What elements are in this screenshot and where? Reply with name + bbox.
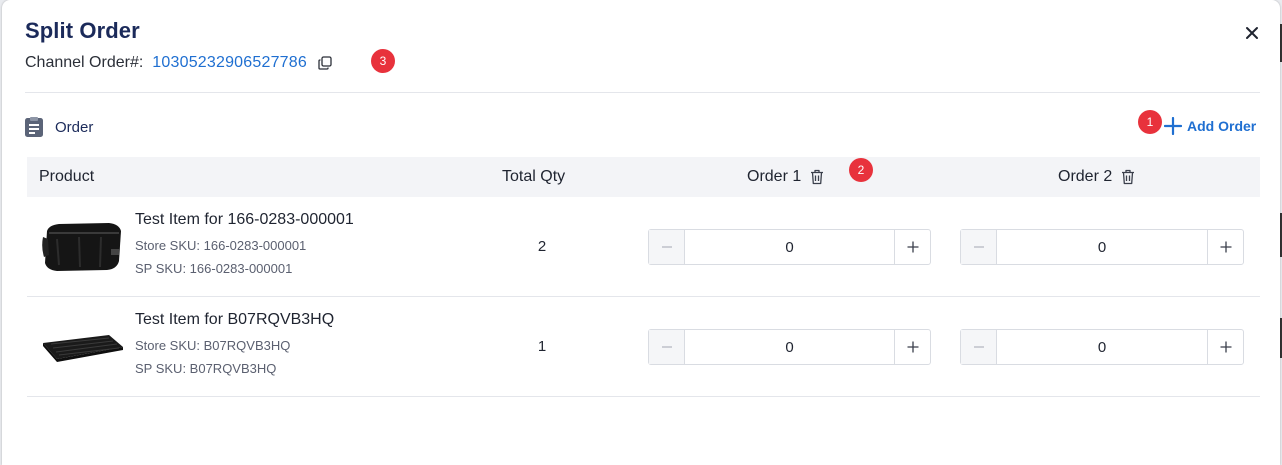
increment-button[interactable] [894, 330, 930, 364]
header-total-qty-label: Total Qty [502, 168, 566, 185]
quantity-input[interactable] [997, 330, 1207, 364]
order-document-icon [25, 117, 43, 137]
copy-icon[interactable] [318, 56, 332, 70]
plus-icon [907, 241, 918, 253]
divider [25, 92, 1260, 93]
order-2-quantity-stepper [960, 229, 1244, 265]
close-icon[interactable] [1242, 23, 1262, 43]
increment-button[interactable] [894, 230, 930, 264]
table-row: Test Item for 166-0283-000001 Store SKU:… [27, 197, 1260, 297]
annotation-badge-2: 2 [849, 158, 873, 182]
sp-sku: SP SKU: 166-0283-000001 [135, 261, 293, 276]
minus-icon [973, 346, 984, 348]
decrement-button[interactable] [961, 230, 997, 264]
minus-icon [973, 246, 984, 248]
minus-icon [661, 346, 672, 348]
delete-order-2-trash-icon[interactable] [1121, 169, 1135, 185]
delete-order-1-trash-icon[interactable] [810, 169, 824, 185]
header-order-2-label: Order 2 [1058, 168, 1113, 185]
car-trunk-organizer-image [42, 223, 121, 271]
order-1-quantity-stepper [648, 329, 931, 365]
quantity-input[interactable] [685, 230, 894, 264]
order-2-quantity-stepper [960, 329, 1244, 365]
decrement-button[interactable] [961, 330, 997, 364]
plus-icon [1220, 241, 1231, 253]
quantity-input[interactable] [997, 230, 1207, 264]
section-title: Order [55, 118, 94, 136]
header-product-label: Product [39, 168, 95, 185]
increment-button[interactable] [1207, 230, 1243, 264]
header-product: Product [39, 157, 94, 197]
increment-button[interactable] [1207, 330, 1243, 364]
split-order-table: Product Total Qty Order 1 Order 2 2 Test… [27, 157, 1260, 397]
plus-icon [907, 341, 918, 353]
store-sku: Store SKU: 166-0283-000001 [135, 238, 307, 253]
header-order-1: Order 1 [747, 157, 824, 197]
annotation-badge-3: 3 [371, 49, 395, 73]
annotation-badge-1: 1 [1138, 110, 1162, 134]
decrement-button[interactable] [649, 230, 685, 264]
total-qty: 1 [537, 338, 547, 355]
channel-order-number[interactable]: 10305232906527786 [152, 54, 307, 72]
channel-order-label: Channel Order#: [25, 54, 144, 71]
header-total-qty: Total Qty [502, 157, 565, 197]
product-name: Test Item for 166-0283-000001 [135, 211, 354, 228]
sp-sku: SP SKU: B07RQVB3HQ [135, 361, 277, 376]
plus-icon [1220, 341, 1231, 353]
table-row: Test Item for B07RQVB3HQ Store SKU: B07R… [27, 297, 1260, 397]
header-order-2: Order 2 [1058, 157, 1135, 197]
add-order-button[interactable]: Add Order [1164, 117, 1256, 135]
store-sku: Store SKU: B07RQVB3HQ [135, 338, 291, 353]
plus-icon [1164, 117, 1182, 135]
quantity-input[interactable] [685, 330, 894, 364]
order-1-quantity-stepper [648, 229, 931, 265]
order-section-header: Order [25, 117, 93, 137]
product-name: Test Item for B07RQVB3HQ [135, 311, 335, 328]
keyboard-image [43, 335, 123, 362]
table-header: Product Total Qty Order 1 Order 2 [27, 157, 1260, 197]
channel-order-row: Channel Order#: 10305232906527786 [25, 54, 332, 72]
minus-icon [661, 246, 672, 248]
decrement-button[interactable] [649, 330, 685, 364]
dialog-title: Split Order [25, 18, 140, 43]
total-qty: 2 [537, 238, 547, 255]
split-order-dialog: Split Order Channel Order#: 103052329065… [2, 0, 1280, 465]
header-order-1-label: Order 1 [747, 168, 802, 185]
add-order-label: Add Order [1187, 118, 1257, 134]
